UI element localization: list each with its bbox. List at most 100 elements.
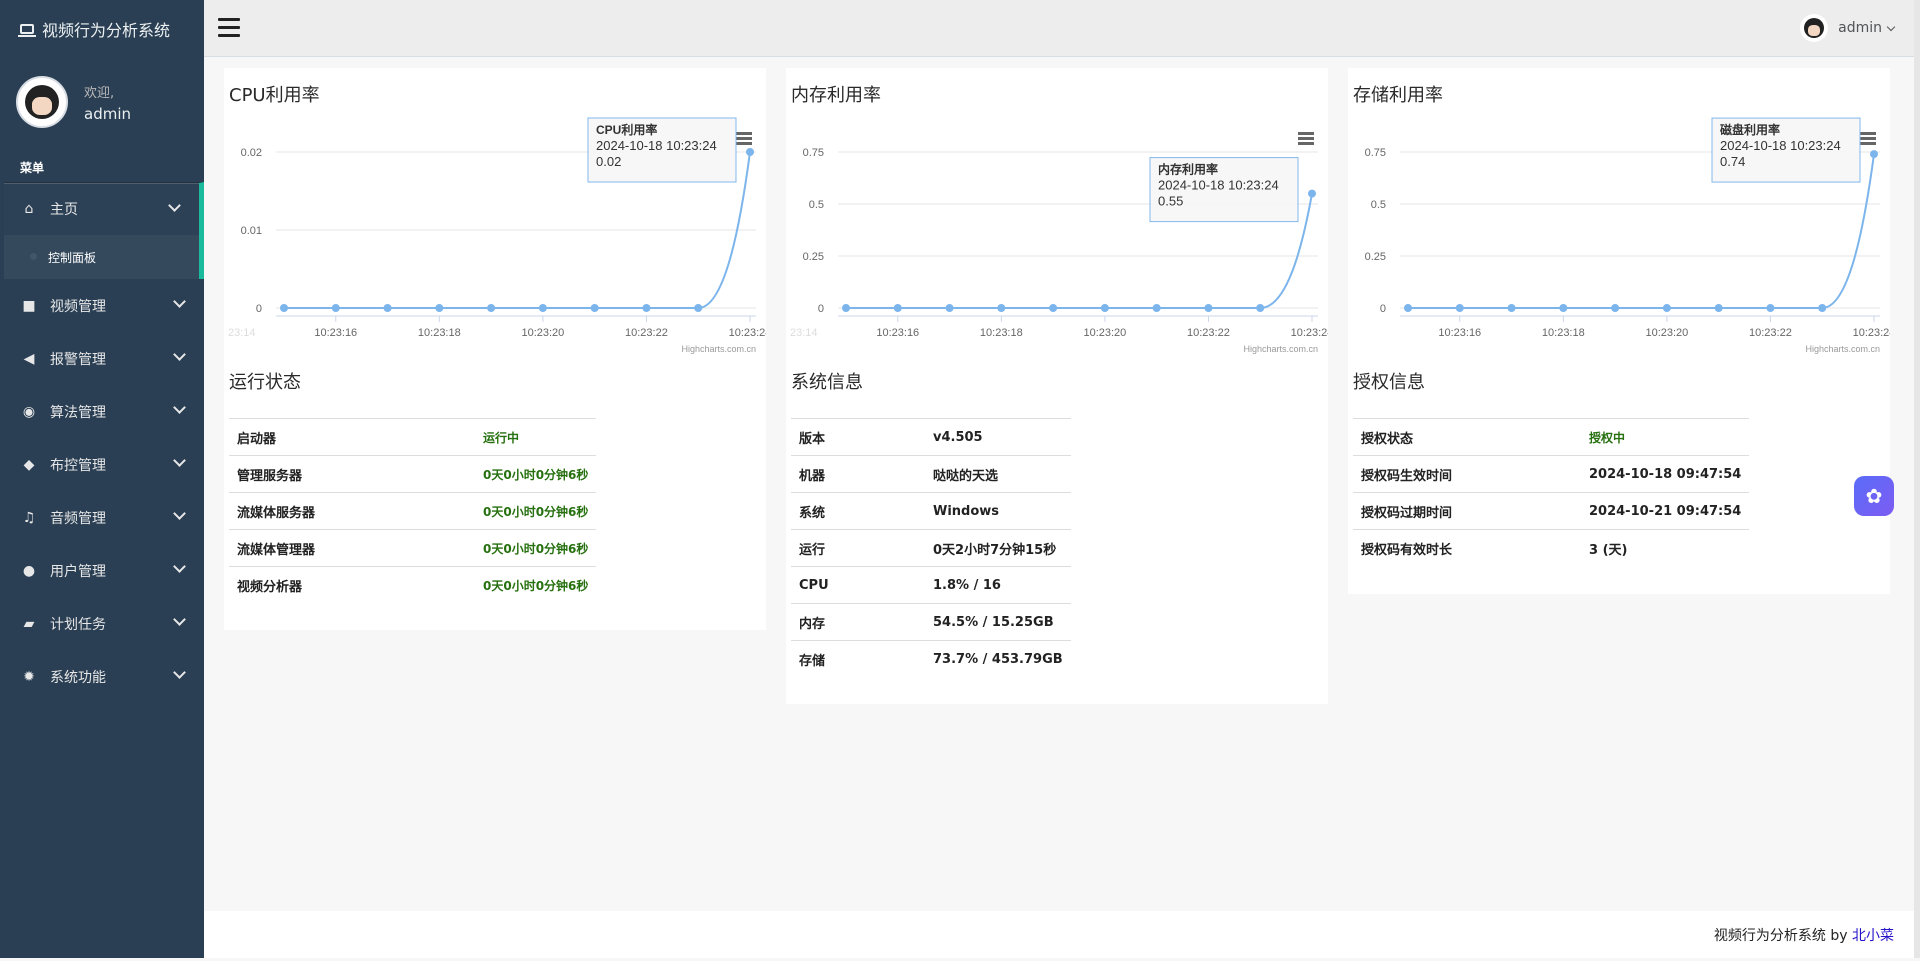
y-tick-label: 0.25 xyxy=(803,251,824,263)
sidebar-item-label: 系统功能 xyxy=(50,669,106,686)
sidebar-item-algorithm[interactable]: ◉ 算法管理 xyxy=(4,385,204,438)
y-tick-label: 0 xyxy=(818,303,824,315)
x-tick-label: 10:23:20 xyxy=(1645,327,1688,339)
data-point xyxy=(642,304,651,312)
sidebar-item-user[interactable]: ● 用户管理 xyxy=(4,544,204,597)
license-value: 3 (天) xyxy=(1581,529,1750,566)
x-tick-label: 23:14 xyxy=(228,327,256,339)
x-tick-label: 10:23:20 xyxy=(1083,327,1126,339)
table-row: 视频分析器 0天0小时0分钟6秒 xyxy=(229,566,597,603)
sysinfo-key: 运行 xyxy=(791,529,925,567)
table-row: 流媒体管理器 0天0小时0分钟6秒 xyxy=(229,529,597,567)
data-point xyxy=(1404,304,1412,312)
data-point xyxy=(1049,304,1058,312)
sidebar-item-label: 视频管理 xyxy=(50,298,106,315)
license-key: 授权状态 xyxy=(1353,418,1581,456)
storage-chart: 0 0.25 0.5 0.75 10:23:16 10:23:18 10:23:20 10:2… xyxy=(1365,117,1890,354)
y-tick-label: 0.02 xyxy=(241,147,262,159)
data-point xyxy=(1714,304,1723,312)
data-point xyxy=(1152,304,1161,312)
chart-menu-icon[interactable] xyxy=(1298,132,1314,145)
menu-section-label: 菜单 xyxy=(20,161,45,175)
sidebar-item-label: 算法管理 xyxy=(50,404,106,421)
table-row: 流媒体服务器 0天0小时0分钟6秒 xyxy=(229,492,597,530)
sidebar-item-deploy[interactable]: ◆ 布控管理 xyxy=(4,438,204,491)
menu-bar xyxy=(736,132,752,135)
chart-menu-icon[interactable] xyxy=(736,132,752,145)
sysinfo-key: 机器 xyxy=(791,455,925,493)
tooltip-title: 磁盘利用率 xyxy=(1719,122,1780,137)
license-value: 2024-10-18 09:47:54 xyxy=(1581,455,1750,493)
profile: 欢迎, admin xyxy=(4,57,204,147)
assistant-icon[interactable]: ✿ xyxy=(1854,476,1894,516)
data-point xyxy=(1766,304,1775,312)
y-tick-label: 0 xyxy=(256,303,262,315)
y-tick-label: 0.5 xyxy=(809,199,824,211)
avatar xyxy=(1800,14,1829,42)
chevron-down-icon xyxy=(173,454,186,467)
menu-bar xyxy=(736,142,752,145)
sidebar-item-label: 计划任务 xyxy=(50,616,106,633)
laptop-icon xyxy=(18,23,36,37)
x-tick-label: 23:14 xyxy=(790,327,818,339)
folder-open-icon: ▰ xyxy=(23,615,35,632)
data-point xyxy=(1507,304,1516,312)
eye-icon: ◉ xyxy=(22,403,36,420)
sidebar-item-system[interactable]: ✹ 系统功能 xyxy=(4,650,204,703)
license-key: 授权码生效时间 xyxy=(1353,455,1581,493)
x-tick-label: 10:23:22 xyxy=(1749,327,1792,339)
x-tick-label: 10:23:16 xyxy=(314,327,357,339)
cpu-chart: 0 0.01 0.02 23:14 10:23:16 10:23:18 10:23:20 10… xyxy=(228,117,766,354)
y-tick-label: 0.25 xyxy=(1365,251,1386,263)
brand[interactable]: 视频行为分析系统 xyxy=(4,0,204,57)
chart-title-mem: 内存利用率 xyxy=(791,85,881,106)
footer-author-link[interactable]: 北小菜 xyxy=(1852,928,1894,944)
license-title: 授权信息 xyxy=(1353,372,1425,393)
user-menu[interactable]: admin xyxy=(1800,14,1896,42)
tooltip-title: CPU利用率 xyxy=(596,122,657,137)
x-tick-label: 10:23:16 xyxy=(1438,327,1481,339)
sysinfo-value: Windows xyxy=(925,492,1071,530)
status-value: 0天0小时0分钟6秒 xyxy=(475,529,597,567)
sysinfo-key: 版本 xyxy=(791,418,925,456)
status-key: 启动器 xyxy=(229,418,475,456)
data-point xyxy=(893,304,902,312)
menu-bar xyxy=(736,137,752,140)
data-point xyxy=(487,304,496,312)
x-tick-label: 10:23:22 xyxy=(1187,327,1230,339)
profile-username: admin xyxy=(84,104,131,123)
sidebar-subitem-dashboard[interactable]: 控制面板 xyxy=(4,235,204,279)
home-icon: ⌂ xyxy=(24,201,34,217)
data-point xyxy=(435,304,444,312)
chevron-down-icon xyxy=(173,560,186,573)
sidebar-item-label: 用户管理 xyxy=(50,563,106,580)
sidebar-item-alarm[interactable]: ◀ 报警管理 xyxy=(4,332,204,385)
tooltip-time: 2024-10-18 10:23:24 xyxy=(1720,138,1841,153)
bullhorn-icon: ◀ xyxy=(23,350,35,367)
data-point xyxy=(1256,304,1265,312)
sidebar-item-video[interactable]: ■ 视频管理 xyxy=(4,279,204,332)
status-key: 流媒体服务器 xyxy=(229,492,475,530)
x-tick-label: 10:23:22 xyxy=(625,327,668,339)
sidebar-item-audio[interactable]: ♫ 音频管理 xyxy=(4,491,204,544)
tooltip-value: 0.02 xyxy=(596,154,621,169)
data-point xyxy=(538,304,547,312)
chart-credit: Highcharts.com.cn xyxy=(1805,344,1880,354)
menu-bar xyxy=(1298,137,1314,140)
sidebar-item-schedule[interactable]: ▰ 计划任务 xyxy=(4,597,204,650)
status-value: 0天0小时0分钟6秒 xyxy=(475,492,597,530)
sidebar-item-label: 布控管理 xyxy=(50,457,106,474)
status-value: 0天0小时0分钟6秒 xyxy=(475,455,597,493)
status-key: 管理服务器 xyxy=(229,455,475,493)
chart-menu-icon[interactable] xyxy=(1860,132,1876,145)
sidebar: 视频行为分析系统 欢迎, admin 菜单 ⌂ 主页 控制面板 ■ 视频管理 ◀… xyxy=(0,0,204,958)
sidebar-item-home[interactable]: ⌂ 主页 xyxy=(4,182,204,235)
chart-credit: Highcharts.com.cn xyxy=(681,344,756,354)
data-point xyxy=(383,304,392,312)
welcome-text: 欢迎, xyxy=(84,85,115,101)
license-key: 授权码有效时长 xyxy=(1353,529,1581,566)
menu-toggle-icon[interactable] xyxy=(218,18,240,38)
table-row: 运行 0天2小时7分钟15秒 xyxy=(791,529,1071,567)
tooltip-value: 0.55 xyxy=(1158,194,1183,209)
chevron-down-icon xyxy=(173,295,186,308)
